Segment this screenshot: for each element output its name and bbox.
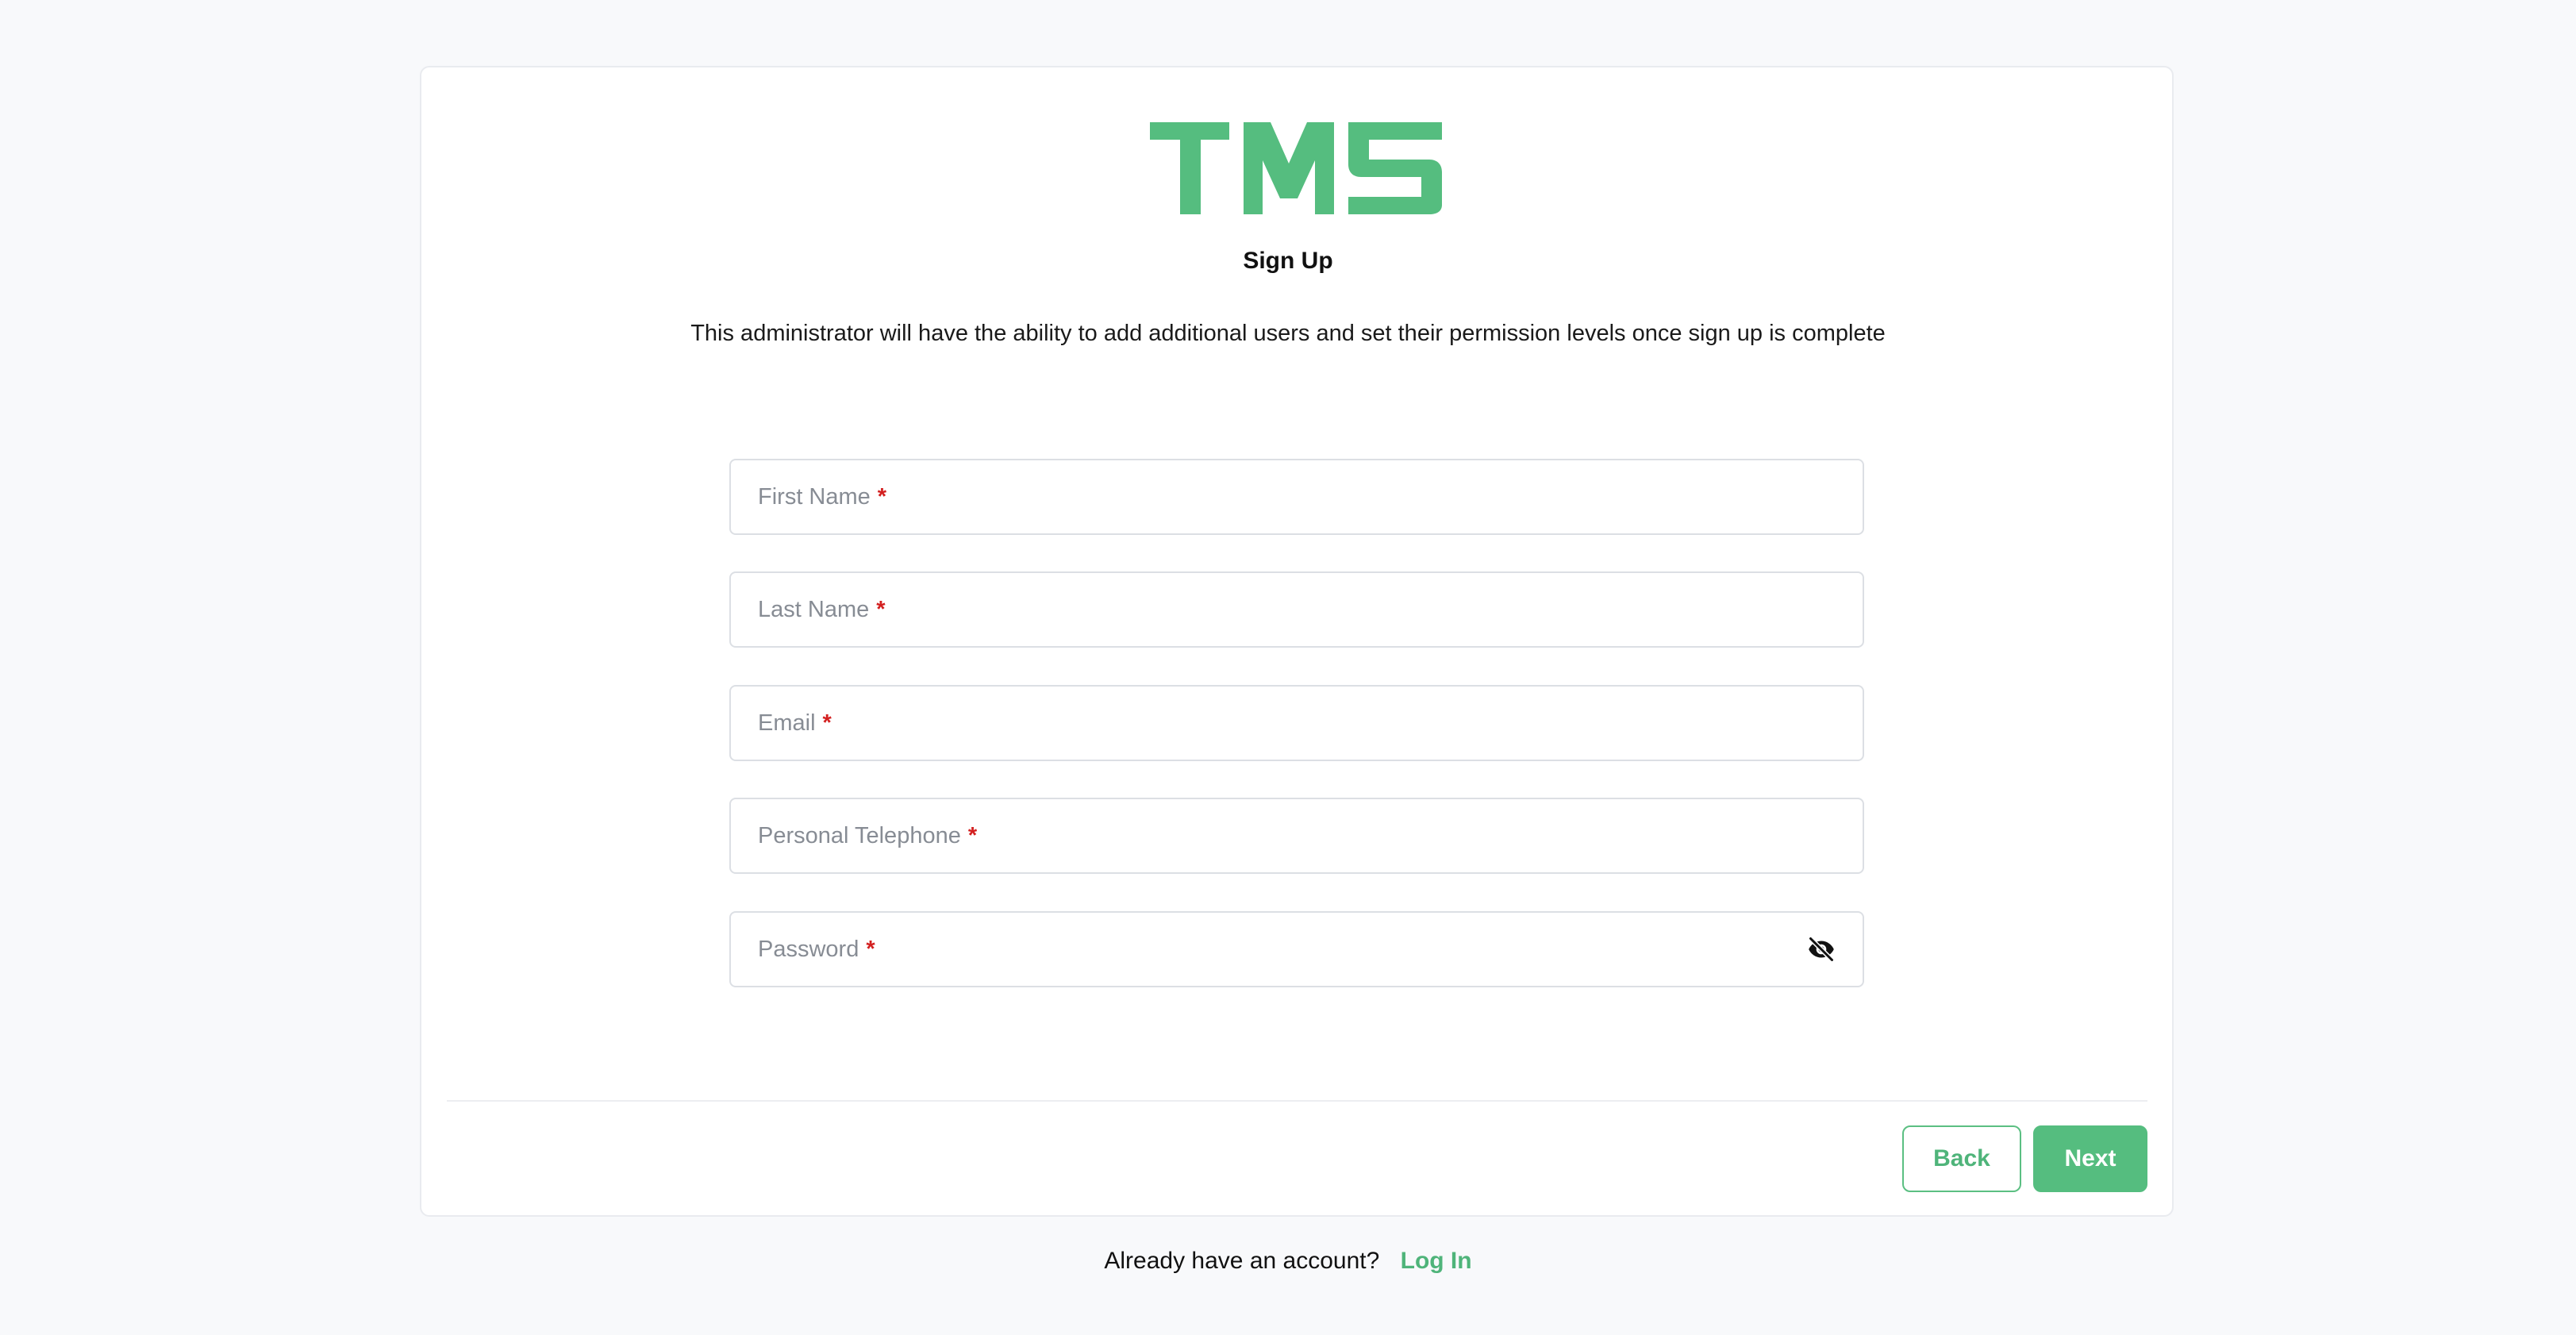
password-label: Password — [758, 936, 859, 962]
last-name-label: Last Name — [758, 596, 870, 622]
email-field[interactable]: Email * — [729, 685, 1864, 761]
required-marker: * — [822, 710, 832, 736]
required-marker: * — [967, 822, 978, 848]
required-marker: * — [866, 936, 875, 962]
footer-divider — [447, 1100, 2147, 1102]
login-link[interactable]: Log In — [1401, 1248, 1472, 1274]
page-subtitle: This administrator will have the ability… — [690, 321, 1886, 346]
first-name-label: First Name — [758, 483, 871, 510]
login-prompt: Already have an account? Log In — [0, 1248, 2576, 1275]
next-button[interactable]: Next — [2033, 1125, 2147, 1192]
login-prompt-text: Already have an account? — [1104, 1248, 1380, 1274]
personal-telephone-label: Personal Telephone — [758, 822, 961, 848]
page-title: Sign Up — [1243, 248, 1333, 274]
eye-slash-icon[interactable] — [1807, 935, 1836, 964]
password-field[interactable]: Password * — [729, 911, 1864, 987]
back-button[interactable]: Back — [1902, 1125, 2021, 1192]
email-label: Email — [758, 710, 816, 736]
first-name-field[interactable]: First Name * — [729, 459, 1864, 535]
required-marker: * — [876, 596, 886, 622]
last-name-field[interactable]: Last Name * — [729, 571, 1864, 648]
tms-logo — [1150, 122, 1442, 214]
personal-telephone-field[interactable]: Personal Telephone * — [729, 798, 1864, 874]
required-marker: * — [877, 483, 887, 510]
